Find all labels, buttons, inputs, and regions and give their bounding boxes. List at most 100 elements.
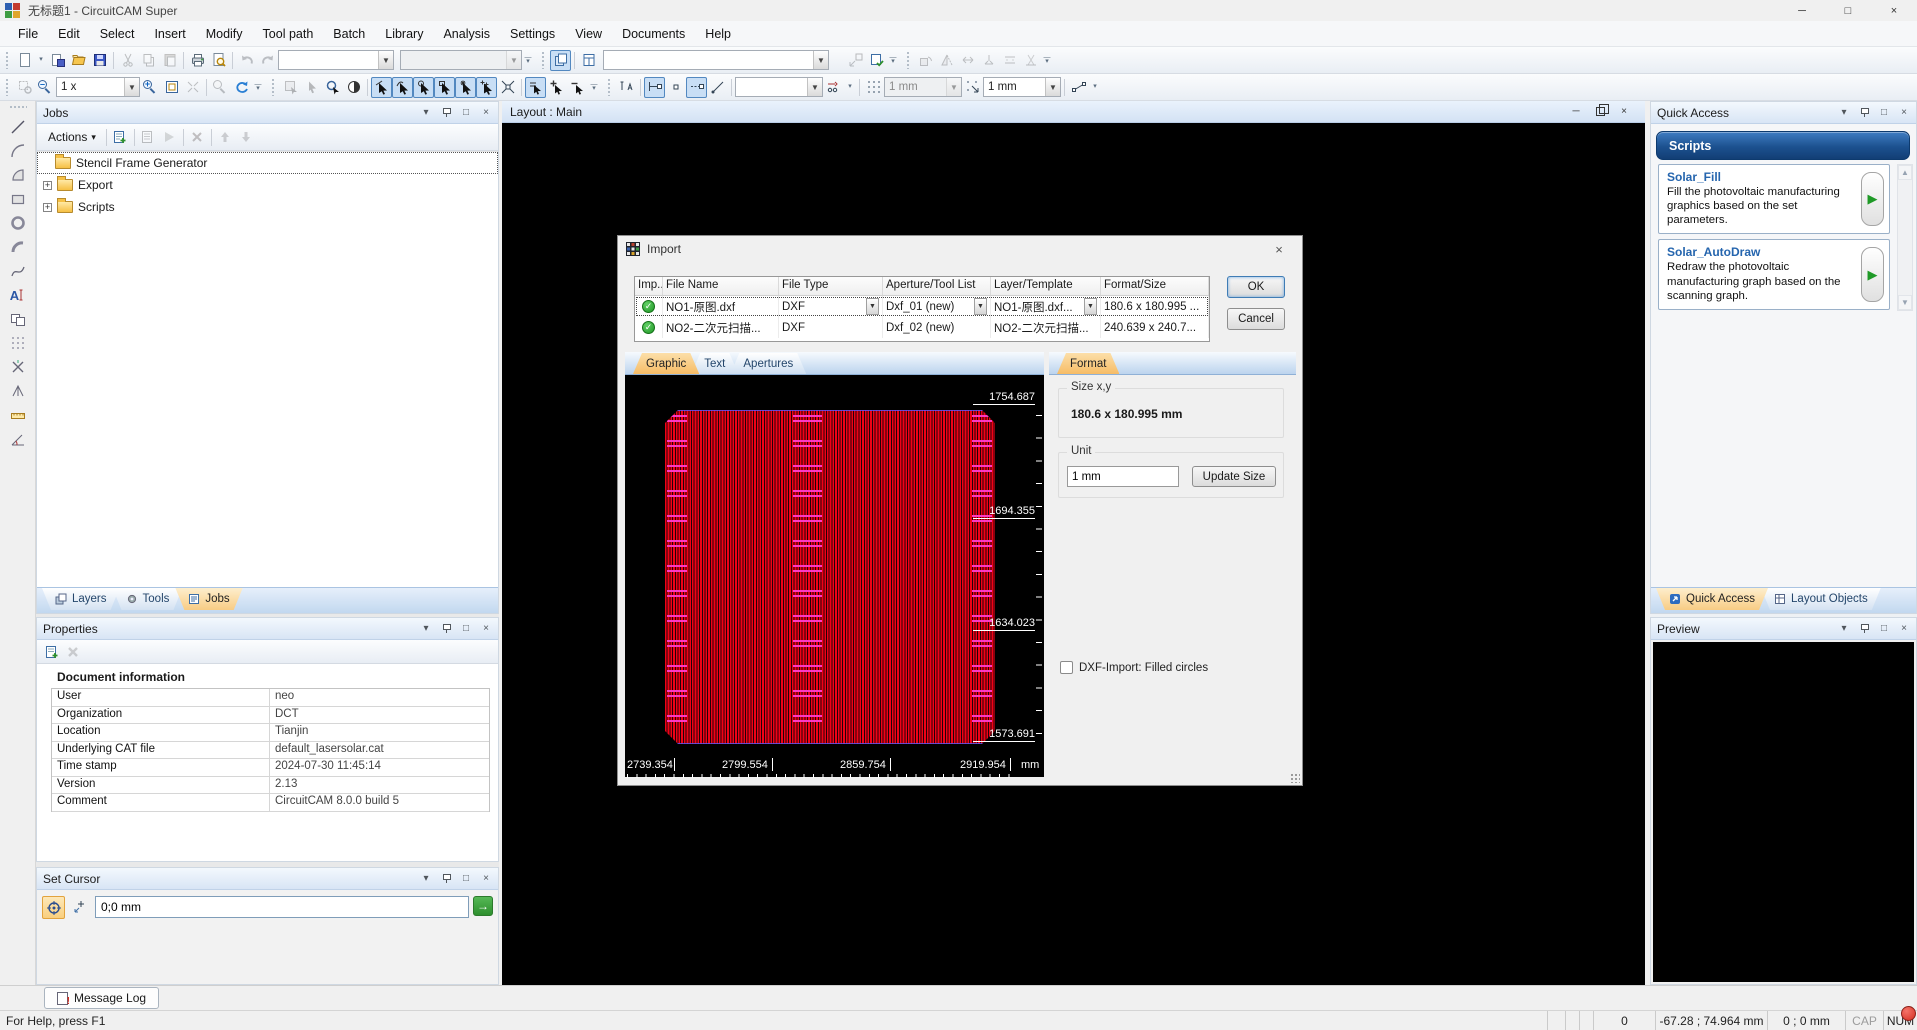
script-item-solar-fill[interactable]: Solar_Fill Fill the photovoltaic manufac…	[1658, 164, 1890, 234]
property-row[interactable]: Comment CircuitCAM 8.0.0 build 5	[52, 794, 489, 812]
scripts-scrollbar[interactable]: ▲ ▼	[1897, 164, 1913, 311]
select-curve-filter-button[interactable]	[392, 77, 413, 98]
new-document-button[interactable]	[14, 50, 35, 71]
cursor-position-input[interactable]	[95, 896, 469, 918]
move-down-button[interactable]	[236, 127, 257, 148]
align-vertical-button[interactable]	[1020, 50, 1041, 71]
pin-icon[interactable]	[440, 623, 452, 635]
absolute-cursor-button[interactable]	[42, 896, 65, 919]
property-row[interactable]: Location Tianjin	[52, 724, 489, 742]
import-dialog-titlebar[interactable]: Import ×	[618, 236, 1302, 262]
panel-menu-icon[interactable]: ▾	[420, 873, 432, 885]
panel-close-icon[interactable]: ×	[1898, 107, 1910, 119]
draw-rectangle-tool[interactable]	[6, 187, 30, 211]
property-row[interactable]: Organization DCT	[52, 707, 489, 725]
menu-item[interactable]: Modify	[196, 21, 253, 46]
align-horizontal-button[interactable]	[999, 50, 1020, 71]
tree-item-stencil-frame-generator[interactable]: Stencil Frame Generator	[37, 152, 498, 174]
jobs-panel-titlebar[interactable]: Jobs ▾ □ ×	[37, 102, 498, 124]
text-position-button[interactable]	[616, 77, 637, 98]
panel-maximize-icon[interactable]: □	[460, 107, 472, 119]
tree-item-export[interactable]: + Export	[37, 174, 498, 196]
quick-access-titlebar[interactable]: Quick Access ▾ □ ×	[1651, 102, 1916, 124]
close-button[interactable]: ×	[1871, 0, 1917, 21]
mdi-close-icon[interactable]: ×	[1617, 106, 1631, 118]
menu-item[interactable]: Select	[90, 21, 145, 46]
text-tool[interactable]: A	[6, 283, 30, 307]
set-cursor-panel-titlebar[interactable]: Set Cursor ▾ □ ×	[37, 868, 498, 890]
menu-item[interactable]: Documents	[612, 21, 695, 46]
toolbar-grip[interactable]	[607, 78, 612, 96]
combo-dropdown-icon[interactable]: ▼	[506, 51, 521, 69]
fit-objects-button[interactable]	[845, 50, 866, 71]
copy-button[interactable]	[138, 50, 159, 71]
select-minus-button[interactable]	[567, 77, 588, 98]
zoom-previous-button[interactable]	[210, 77, 231, 98]
import-table-row[interactable]: ✓ NO1-原图.dxf DXF▼ Dxf_01 (new)▼ NO1-原图.d…	[635, 296, 1209, 317]
dialog-close-icon[interactable]: ×	[1264, 242, 1294, 257]
combo-dropdown-icon[interactable]: ▼	[807, 78, 822, 96]
node-edit-button[interactable]	[1068, 77, 1089, 98]
panel-close-icon[interactable]: ×	[480, 873, 492, 885]
menu-item[interactable]: Batch	[323, 21, 375, 46]
new-dropdown-icon[interactable]: ▾	[35, 50, 47, 71]
toolbar-grip[interactable]	[5, 51, 10, 69]
toolbar-overflow-icon[interactable]: —▾	[252, 77, 264, 98]
zoom-level-combo[interactable]: 1 x▼	[56, 77, 140, 97]
panel-menu-icon[interactable]: ▾	[420, 623, 432, 635]
snap-start-button[interactable]	[644, 77, 665, 98]
combo-dropdown-icon[interactable]: ▼	[124, 78, 139, 96]
toolbar-grip[interactable]	[9, 105, 27, 110]
transform-mirror-button[interactable]	[936, 50, 957, 71]
scroll-up-icon[interactable]: ▲	[1898, 165, 1912, 180]
grid-size-combo[interactable]: 1 mm▼	[884, 77, 962, 97]
panel-close-icon[interactable]: ×	[480, 623, 492, 635]
print-preview-button[interactable]	[208, 50, 229, 71]
panel-maximize-icon[interactable]: □	[1878, 107, 1890, 119]
toolbar-combo-1[interactable]: ▼	[278, 50, 394, 70]
mdi-minimize-icon[interactable]: ─	[1569, 106, 1583, 118]
toolbar-combo-2[interactable]: ▼	[400, 50, 522, 70]
add-property-button[interactable]	[41, 641, 62, 662]
layer-dropdown[interactable]: ▼	[1084, 298, 1097, 315]
save-as-button[interactable]	[47, 50, 68, 71]
tab-tools[interactable]: Tools	[113, 588, 183, 610]
snap-size-combo[interactable]: 1 mm▼	[983, 77, 1061, 97]
tab-text[interactable]: Text	[691, 353, 738, 374]
decimal-dropdown-icon[interactable]: ▾	[844, 77, 856, 98]
panel-maximize-icon[interactable]: □	[1878, 623, 1890, 635]
property-row[interactable]: Time stamp 2024-07-30 11:45:14	[52, 759, 489, 777]
new-job-button[interactable]	[110, 127, 131, 148]
scripts-header[interactable]: Scripts	[1656, 131, 1910, 160]
property-row[interactable]: Underlying CAT file default_lasersolar.c…	[52, 742, 489, 760]
aperture-dropdown[interactable]: ▼	[974, 298, 987, 315]
menu-item[interactable]: Help	[695, 21, 741, 46]
transform-move-button[interactable]	[978, 50, 999, 71]
zoom-out-button[interactable]: –	[35, 77, 56, 98]
panel-close-icon[interactable]: ×	[480, 107, 492, 119]
snap-angle-button[interactable]	[707, 77, 728, 98]
undo-button[interactable]	[236, 50, 257, 71]
menu-item[interactable]: Tool path	[253, 21, 324, 46]
panel-maximize-icon[interactable]: □	[460, 623, 472, 635]
draw-pie-tool[interactable]	[6, 163, 30, 187]
zoom-cursor-button[interactable]	[322, 77, 343, 98]
menu-item[interactable]: Insert	[144, 21, 195, 46]
grid-toggle-button[interactable]	[863, 77, 884, 98]
minimize-button[interactable]: ─	[1779, 0, 1825, 21]
dialog-resize-grip[interactable]	[1290, 773, 1300, 783]
run-script-button[interactable]: ▶	[1861, 172, 1884, 226]
edit-job-button[interactable]	[138, 127, 159, 148]
menu-item[interactable]: View	[565, 21, 612, 46]
panel-menu-icon[interactable]: ▾	[420, 107, 432, 119]
menu-item[interactable]: Analysis	[433, 21, 500, 46]
copy-graphics-button[interactable]	[550, 50, 571, 71]
decimal-places-button[interactable]	[823, 77, 844, 98]
script-name[interactable]: Solar_AutoDraw	[1667, 245, 1855, 259]
select-point-filter-button[interactable]	[455, 77, 476, 98]
filled-circles-option[interactable]: DXF-Import: Filled circles	[1060, 661, 1208, 674]
print-button[interactable]	[187, 50, 208, 71]
ok-button[interactable]: OK	[1227, 276, 1285, 298]
panel-menu-icon[interactable]: ▾	[1838, 107, 1850, 119]
expand-icon[interactable]: +	[43, 181, 52, 190]
